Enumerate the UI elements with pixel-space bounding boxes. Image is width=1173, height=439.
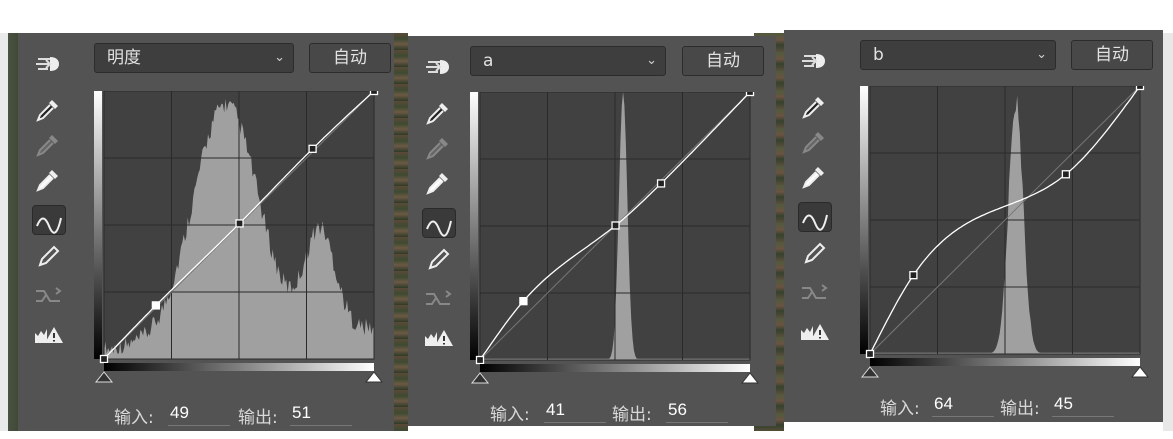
black-point-slider[interactable] — [94, 371, 114, 383]
auto-button[interactable]: 自动 — [1071, 40, 1153, 70]
clipping-warning-icon[interactable] — [422, 324, 456, 354]
input-output-row: 输入: 49 输出: 51 — [114, 403, 384, 429]
curve-control-point[interactable] — [1061, 170, 1071, 179]
smooth-curve-icon[interactable] — [32, 281, 66, 311]
curve-control-point[interactable] — [151, 301, 161, 310]
input-field[interactable]: 64 — [932, 394, 994, 417]
gray-point-eyedropper-icon[interactable] — [32, 131, 66, 161]
curve-control-point[interactable] — [656, 179, 666, 188]
pencil-icon[interactable] — [32, 243, 66, 273]
gray-point-eyedropper-icon[interactable] — [422, 134, 456, 164]
output-gradient-bar — [94, 91, 102, 359]
target-adjust-icon[interactable] — [798, 46, 832, 76]
curve-control-point[interactable] — [99, 354, 109, 364]
input-field[interactable]: 41 — [544, 400, 606, 423]
input-gradient-bar — [104, 363, 374, 371]
output-field[interactable]: 51 — [290, 403, 352, 426]
input-label: 输入: — [880, 399, 920, 419]
input-label: 输入: — [490, 405, 530, 425]
curve-graph[interactable] — [860, 86, 1150, 386]
input-output-row: 输入: 64 输出: 45 — [880, 394, 1150, 420]
clipping-warning-icon[interactable] — [798, 318, 832, 348]
channel-dropdown[interactable]: a ⌄ — [470, 46, 666, 76]
background-image-edge-middle — [394, 33, 408, 431]
output-label: 输出: — [238, 408, 278, 428]
curve-control-point[interactable] — [308, 144, 317, 153]
black-point-slider[interactable] — [470, 372, 490, 384]
input-field[interactable]: 49 — [168, 403, 230, 426]
smooth-curve-icon[interactable] — [422, 284, 456, 314]
channel-dropdown[interactable]: b ⌄ — [860, 40, 1056, 70]
output-gradient-bar — [470, 92, 478, 360]
target-adjust-icon[interactable] — [32, 49, 66, 79]
black-point-eyedropper-icon[interactable] — [798, 93, 832, 123]
curves-panel-a: a ⌄ 自动 输入: 41 输出: 56 — [408, 36, 776, 426]
auto-button[interactable]: 自动 — [682, 46, 764, 76]
curve-graph[interactable] — [94, 91, 384, 391]
chevron-down-icon: ⌄ — [274, 50, 285, 65]
white-point-slider[interactable] — [364, 371, 384, 383]
clipping-warning-icon[interactable] — [32, 321, 66, 351]
curve-points-icon[interactable] — [422, 208, 456, 238]
input-label: 输入: — [114, 408, 154, 428]
black-point-eyedropper-icon[interactable] — [422, 99, 456, 129]
curve-control-point[interactable] — [1135, 86, 1145, 91]
input-gradient-bar — [870, 358, 1140, 366]
channel-dropdown-label: 明度 — [107, 48, 141, 68]
input-gradient-bar — [480, 364, 750, 372]
auto-button[interactable]: 自动 — [309, 43, 391, 73]
smooth-curve-icon[interactable] — [798, 278, 832, 308]
curve-control-point[interactable] — [611, 221, 620, 230]
chevron-down-icon: ⌄ — [1036, 47, 1047, 62]
channel-dropdown[interactable]: 明度 ⌄ — [94, 43, 294, 73]
chevron-down-icon: ⌄ — [646, 53, 657, 68]
output-label: 输出: — [612, 405, 652, 425]
channel-dropdown-label: b — [873, 45, 884, 65]
white-point-eyedropper-icon[interactable] — [422, 169, 456, 199]
black-point-slider[interactable] — [860, 366, 880, 378]
curve-control-point[interactable] — [235, 219, 244, 228]
white-point-eyedropper-icon[interactable] — [32, 166, 66, 196]
output-gradient-bar — [860, 86, 868, 354]
curve-control-point[interactable] — [865, 349, 875, 359]
curve-points-icon[interactable] — [32, 205, 66, 235]
curves-panel-lightness: 明度 ⌄ 自动 输入: 49 输出: 51 — [18, 33, 394, 431]
white-point-eyedropper-icon[interactable] — [798, 163, 832, 193]
pencil-icon[interactable] — [422, 246, 456, 276]
white-point-slider[interactable] — [740, 372, 760, 384]
background-image-edge-left — [0, 33, 18, 431]
curve-control-point[interactable] — [369, 91, 379, 96]
background-edge-right — [1163, 33, 1173, 431]
channel-dropdown-label: a — [483, 51, 494, 71]
output-label: 输出: — [1000, 399, 1040, 419]
curves-panel-b: b ⌄ 自动 输入: 64 输出: 45 — [784, 30, 1163, 422]
white-point-slider[interactable] — [1130, 366, 1150, 378]
output-field[interactable]: 45 — [1052, 394, 1114, 417]
black-point-eyedropper-icon[interactable] — [32, 96, 66, 126]
curve-graph[interactable] — [470, 92, 760, 392]
pencil-icon[interactable] — [798, 240, 832, 270]
curve-points-icon[interactable] — [798, 202, 832, 232]
curve-control-point[interactable] — [475, 355, 485, 365]
curve-control-point[interactable] — [745, 92, 755, 97]
curve-control-point[interactable] — [519, 296, 528, 306]
input-output-row: 输入: 41 输出: 56 — [490, 400, 760, 426]
curve-control-point[interactable] — [909, 271, 918, 280]
output-field[interactable]: 56 — [666, 400, 728, 423]
target-adjust-icon[interactable] — [422, 52, 456, 82]
gray-point-eyedropper-icon[interactable] — [798, 128, 832, 158]
